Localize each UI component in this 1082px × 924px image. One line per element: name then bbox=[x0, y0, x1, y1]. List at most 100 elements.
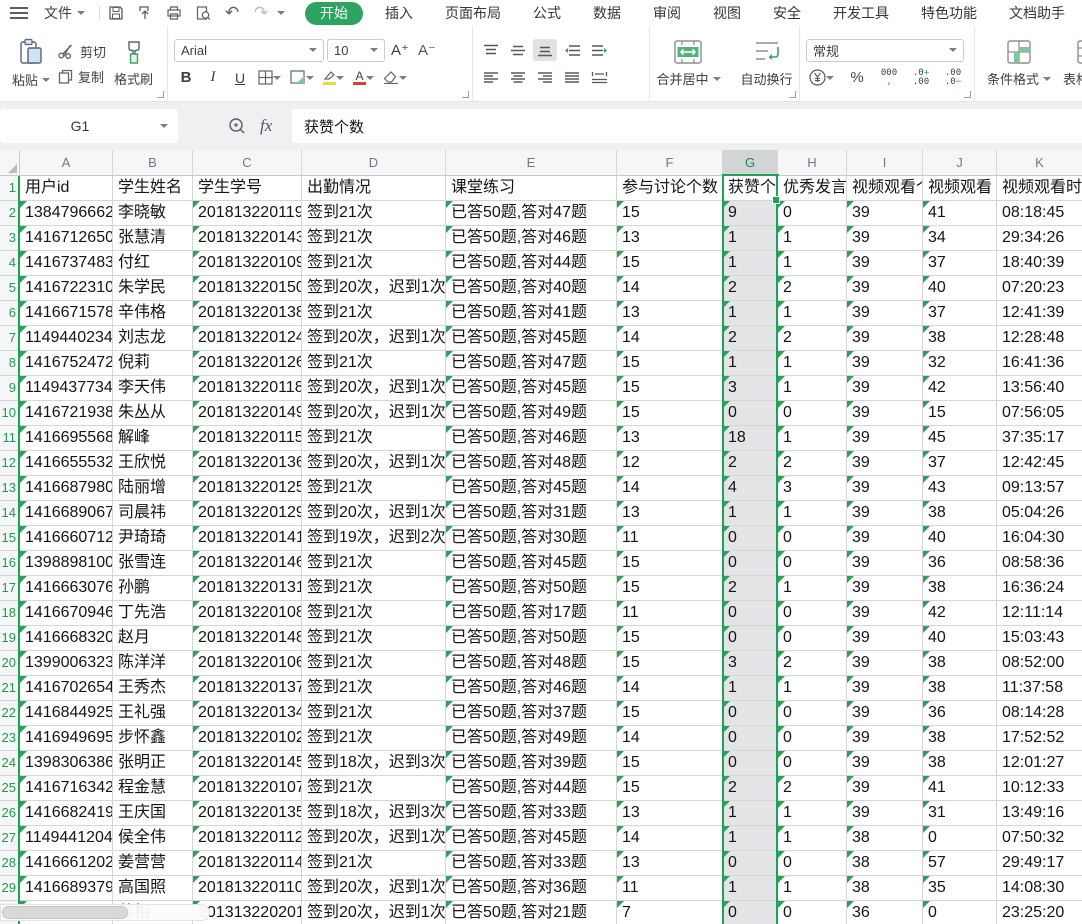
cell-J11[interactable]: 45 bbox=[923, 426, 997, 451]
cell-E27[interactable]: 已答50题,答对45题 bbox=[446, 826, 617, 851]
cell-E1[interactable]: 课堂练习 bbox=[446, 176, 617, 201]
menu-tab-2[interactable]: 页面布局 bbox=[429, 0, 517, 26]
italic-button[interactable]: I bbox=[201, 67, 225, 89]
cell-B22[interactable]: 王礼强 bbox=[113, 701, 193, 726]
row-header-22[interactable]: 22 bbox=[0, 701, 20, 726]
row-header-18[interactable]: 18 bbox=[0, 601, 20, 626]
cell-G7[interactable]: 2 bbox=[723, 326, 778, 351]
cell-B14[interactable]: 司晨祎 bbox=[113, 501, 193, 526]
cell-H27[interactable]: 1 bbox=[778, 826, 847, 851]
cell-A13[interactable]: 1416687980 bbox=[20, 476, 113, 501]
cell-J8[interactable]: 32 bbox=[923, 351, 997, 376]
cell-K18[interactable]: 12:11:14 bbox=[997, 601, 1082, 626]
cell-B1[interactable]: 学生姓名 bbox=[113, 176, 193, 201]
row-header-6[interactable]: 6 bbox=[0, 301, 20, 326]
cell-B25[interactable]: 程金慧 bbox=[113, 776, 193, 801]
cell-K26[interactable]: 13:49:16 bbox=[997, 801, 1082, 826]
cell-D14[interactable]: 签到20次，迟到1次 bbox=[302, 501, 446, 526]
cell-K7[interactable]: 12:28:48 bbox=[997, 326, 1082, 351]
cell-F27[interactable]: 14 bbox=[617, 826, 723, 851]
decrease-decimal-button[interactable]: .00.0− bbox=[941, 67, 965, 89]
row-header-20[interactable]: 20 bbox=[0, 651, 20, 676]
cell-K17[interactable]: 16:36:24 bbox=[997, 576, 1082, 601]
cell-J15[interactable]: 40 bbox=[923, 526, 997, 551]
menu-tab-1[interactable]: 插入 bbox=[369, 0, 429, 26]
justify-button[interactable] bbox=[560, 66, 584, 88]
grow-font-button[interactable]: A⁺ bbox=[388, 39, 412, 61]
cell-D10[interactable]: 签到20次，迟到1次 bbox=[302, 401, 446, 426]
cell-I10[interactable]: 39 bbox=[847, 401, 923, 426]
cell-H22[interactable]: 0 bbox=[778, 701, 847, 726]
cell-G6[interactable]: 1 bbox=[723, 301, 778, 326]
cell-C8[interactable]: 201813220126 bbox=[193, 351, 302, 376]
cell-H17[interactable]: 1 bbox=[778, 576, 847, 601]
cell-D7[interactable]: 签到20次，迟到1次 bbox=[302, 326, 446, 351]
cell-I8[interactable]: 39 bbox=[847, 351, 923, 376]
column-header-A[interactable]: A bbox=[20, 150, 113, 176]
cell-A23[interactable]: 1416949695 bbox=[20, 726, 113, 751]
cell-F26[interactable]: 13 bbox=[617, 801, 723, 826]
column-header-F[interactable]: F bbox=[617, 150, 723, 176]
cell-H7[interactable]: 2 bbox=[778, 326, 847, 351]
cell-K24[interactable]: 12:01:27 bbox=[997, 751, 1082, 776]
cell-H12[interactable]: 2 bbox=[778, 451, 847, 476]
menu-tab-7[interactable]: 安全 bbox=[757, 0, 817, 26]
cell-D8[interactable]: 签到21次 bbox=[302, 351, 446, 376]
row-header-27[interactable]: 27 bbox=[0, 826, 20, 851]
cell-H15[interactable]: 0 bbox=[778, 526, 847, 551]
cell-F14[interactable]: 13 bbox=[617, 501, 723, 526]
cell-G28[interactable]: 0 bbox=[723, 851, 778, 876]
cell-J19[interactable]: 40 bbox=[923, 626, 997, 651]
cell-J24[interactable]: 38 bbox=[923, 751, 997, 776]
cell-I5[interactable]: 39 bbox=[847, 276, 923, 301]
menu-tab-8[interactable]: 开发工具 bbox=[817, 0, 905, 26]
cell-B27[interactable]: 侯全伟 bbox=[113, 826, 193, 851]
cell-G8[interactable]: 1 bbox=[723, 351, 778, 376]
cell-B4[interactable]: 付红 bbox=[113, 251, 193, 276]
horizontal-scrollbar-thumb[interactable] bbox=[2, 906, 128, 919]
cell-J23[interactable]: 38 bbox=[923, 726, 997, 751]
cell-G19[interactable]: 0 bbox=[723, 626, 778, 651]
cell-G10[interactable]: 0 bbox=[723, 401, 778, 426]
cell-K22[interactable]: 08:14:28 bbox=[997, 701, 1082, 726]
cell-A11[interactable]: 1416695568 bbox=[20, 426, 113, 451]
cell-C10[interactable]: 201813220149 bbox=[193, 401, 302, 426]
row-header-4[interactable]: 4 bbox=[0, 251, 20, 276]
cell-K25[interactable]: 10:12:33 bbox=[997, 776, 1082, 801]
row-header-19[interactable]: 19 bbox=[0, 626, 20, 651]
wrap-text-button[interactable]: 自动换行 bbox=[735, 32, 799, 96]
cell-J14[interactable]: 38 bbox=[923, 501, 997, 526]
column-header-H[interactable]: H bbox=[778, 150, 847, 176]
conditional-format-button[interactable]: 条件格式 bbox=[981, 32, 1057, 96]
cell-D27[interactable]: 签到20次，迟到1次 bbox=[302, 826, 446, 851]
cell-G12[interactable]: 2 bbox=[723, 451, 778, 476]
cell-I21[interactable]: 39 bbox=[847, 676, 923, 701]
cell-F30[interactable]: 7 bbox=[617, 901, 723, 924]
bold-button[interactable]: B bbox=[174, 67, 198, 89]
cell-B17[interactable]: 孙鹏 bbox=[113, 576, 193, 601]
cell-A5[interactable]: 1416722310 bbox=[20, 276, 113, 301]
cell-F28[interactable]: 13 bbox=[617, 851, 723, 876]
cell-J18[interactable]: 42 bbox=[923, 601, 997, 626]
cell-C5[interactable]: 201813220150 bbox=[193, 276, 302, 301]
cell-G21[interactable]: 1 bbox=[723, 676, 778, 701]
cell-E4[interactable]: 已答50题,答对44题 bbox=[446, 251, 617, 276]
cell-C14[interactable]: 201813220129 bbox=[193, 501, 302, 526]
cell-J28[interactable]: 57 bbox=[923, 851, 997, 876]
cell-B8[interactable]: 倪莉 bbox=[113, 351, 193, 376]
cell-B10[interactable]: 朱丛从 bbox=[113, 401, 193, 426]
cell-K2[interactable]: 08:18:45 bbox=[997, 201, 1082, 226]
currency-format-button[interactable] bbox=[806, 67, 837, 89]
column-header-I[interactable]: I bbox=[847, 150, 923, 176]
cell-B18[interactable]: 丁先浩 bbox=[113, 601, 193, 626]
percent-format-button[interactable]: % bbox=[845, 67, 869, 89]
cell-F8[interactable]: 15 bbox=[617, 351, 723, 376]
cell-D23[interactable]: 签到21次 bbox=[302, 726, 446, 751]
cell-I6[interactable]: 39 bbox=[847, 301, 923, 326]
cell-E25[interactable]: 已答50题,答对44题 bbox=[446, 776, 617, 801]
cell-K12[interactable]: 12:42:45 bbox=[997, 451, 1082, 476]
cell-I30[interactable]: 36 bbox=[847, 901, 923, 924]
cell-C2[interactable]: 201813220119 bbox=[193, 201, 302, 226]
cell-A6[interactable]: 1416671578 bbox=[20, 301, 113, 326]
increase-indent-button[interactable] bbox=[587, 39, 611, 61]
